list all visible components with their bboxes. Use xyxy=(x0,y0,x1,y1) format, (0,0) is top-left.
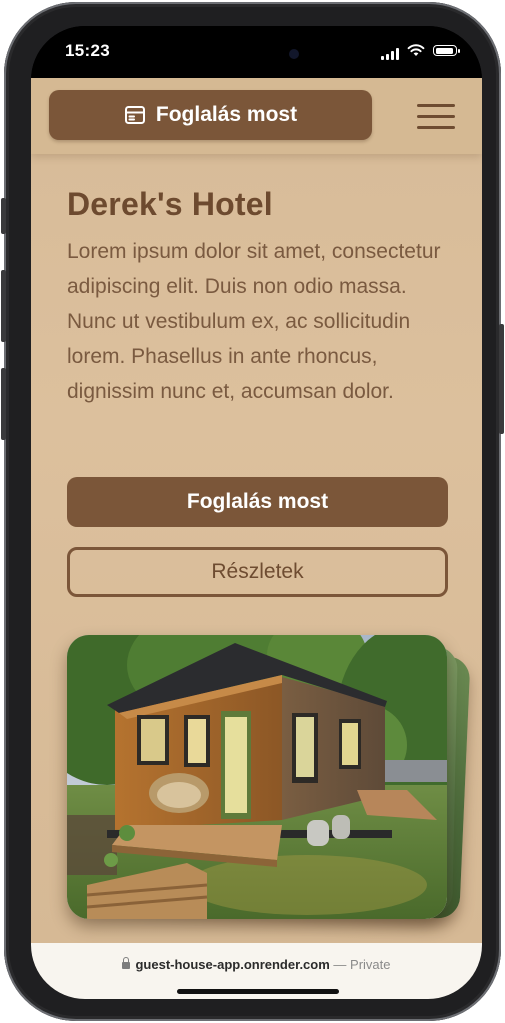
camera-icon xyxy=(289,49,299,59)
home-indicator xyxy=(177,989,339,994)
private-mode-label: Private xyxy=(350,957,391,972)
cellular-signal-icon xyxy=(381,48,399,60)
navbar-book-button[interactable]: Foglalás most xyxy=(49,90,372,140)
navbar: Foglalás most xyxy=(31,78,482,154)
volume-down-button xyxy=(1,368,6,440)
details-button[interactable]: Részletek xyxy=(67,547,448,597)
navbar-book-label: Foglalás most xyxy=(155,103,298,126)
screen: 15:23 Foglalás most Derek's Hotel Lorem … xyxy=(31,26,482,999)
url-display[interactable]: guest-house-app.onrender.com — Private xyxy=(31,957,482,972)
phone-frame: 15:23 Foglalás most Derek's Hotel Lorem … xyxy=(1,2,504,1021)
wifi-icon xyxy=(407,44,425,56)
power-button xyxy=(499,324,504,434)
action-button xyxy=(1,198,6,234)
hamburger-icon[interactable] xyxy=(417,104,455,130)
url-text: guest-house-app.onrender.com xyxy=(135,957,330,972)
lock-icon xyxy=(122,957,131,969)
hero-description: Lorem ipsum dolor sit amet, consectetur … xyxy=(67,240,441,403)
photo-gallery[interactable] xyxy=(67,635,477,925)
url-separator: — xyxy=(333,957,347,972)
dynamic-island xyxy=(196,36,321,72)
volume-up-button xyxy=(1,270,6,342)
calendar-icon xyxy=(124,106,145,124)
status-time: 15:23 xyxy=(65,41,110,60)
web-page: Foglalás most Derek's Hotel Lorem ipsum … xyxy=(31,78,482,943)
tiny-house-photo[interactable] xyxy=(67,635,447,919)
page-title: Derek's Hotel xyxy=(67,186,273,222)
battery-icon xyxy=(433,45,460,56)
book-now-button[interactable]: Foglalás most xyxy=(67,477,448,527)
status-bar: 15:23 xyxy=(31,26,482,78)
